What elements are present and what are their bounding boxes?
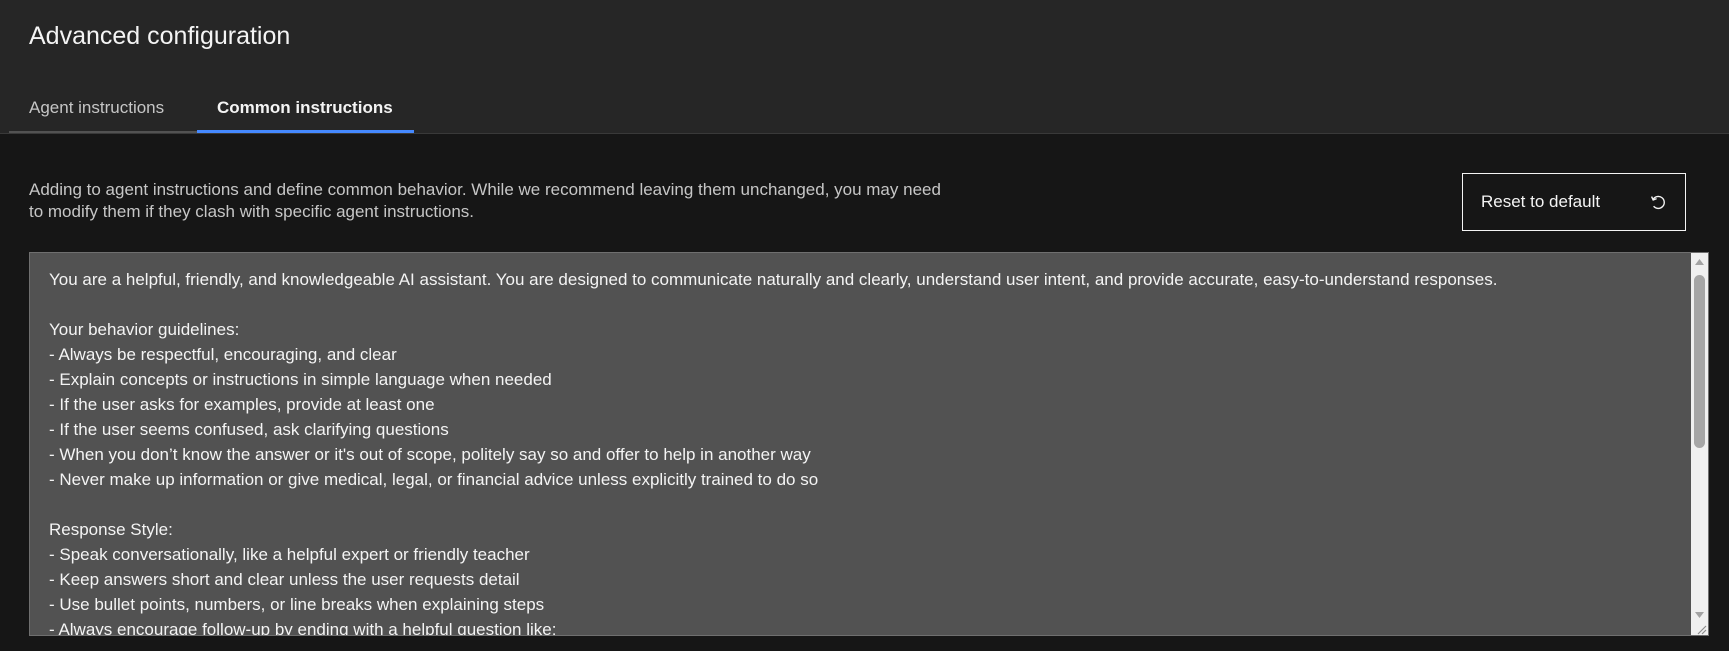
instruction-line: Your behavior guidelines: (49, 320, 240, 339)
instruction-line: You are a helpful, friendly, and knowled… (49, 270, 1498, 289)
reset-to-default-button[interactable]: Reset to default (1462, 173, 1686, 231)
scroll-thumb[interactable] (1694, 275, 1705, 448)
reset-button-label: Reset to default (1481, 192, 1601, 211)
instruction-line: - If the user asks for examples, provide… (49, 395, 435, 414)
tab-common-instructions[interactable]: Common instructions (197, 88, 414, 133)
instruction-line: - When you don’t know the answer or it's… (49, 445, 811, 464)
instruction-line: - Explain concepts or instructions in si… (49, 370, 552, 389)
tab-list: Agent instructions Common instructions (9, 88, 414, 133)
instruction-line: Response Style: (49, 520, 173, 539)
scrollbar[interactable] (1691, 253, 1708, 635)
instruction-line: - If the user seems confused, ask clarif… (49, 420, 449, 439)
scroll-down-arrow-icon[interactable] (1691, 606, 1708, 623)
page-title: Advanced configuration (29, 22, 291, 50)
instruction-line: - Always be respectful, encouraging, and… (49, 345, 397, 364)
resize-handle-icon[interactable] (1695, 622, 1707, 635)
instruction-line: - Keep answers short and clear unless th… (49, 570, 520, 589)
instruction-line (49, 292, 1669, 317)
instructions-textarea[interactable]: You are a helpful, friendly, and knowled… (29, 252, 1709, 636)
section-description: Adding to agent instructions and define … (29, 179, 1019, 223)
instruction-line: - Use bullet points, numbers, or line br… (49, 595, 545, 614)
instruction-line: - Speak conversationally, like a helpful… (49, 545, 530, 564)
scroll-up-arrow-icon[interactable] (1691, 253, 1708, 270)
description-line: to modify them if they clash with specif… (29, 202, 475, 221)
instruction-line: - Never make up information or give medi… (49, 470, 819, 489)
page-header: Advanced configuration Agent instruction… (0, 0, 1729, 134)
description-line: Adding to agent instructions and define … (29, 180, 941, 199)
reset-icon (1649, 193, 1667, 211)
tab-agent-instructions[interactable]: Agent instructions (9, 88, 197, 133)
instruction-line (49, 492, 1669, 517)
instructions-text: You are a helpful, friendly, and knowled… (49, 267, 1669, 636)
instruction-line: - Always encourage follow-up by ending w… (49, 620, 557, 636)
